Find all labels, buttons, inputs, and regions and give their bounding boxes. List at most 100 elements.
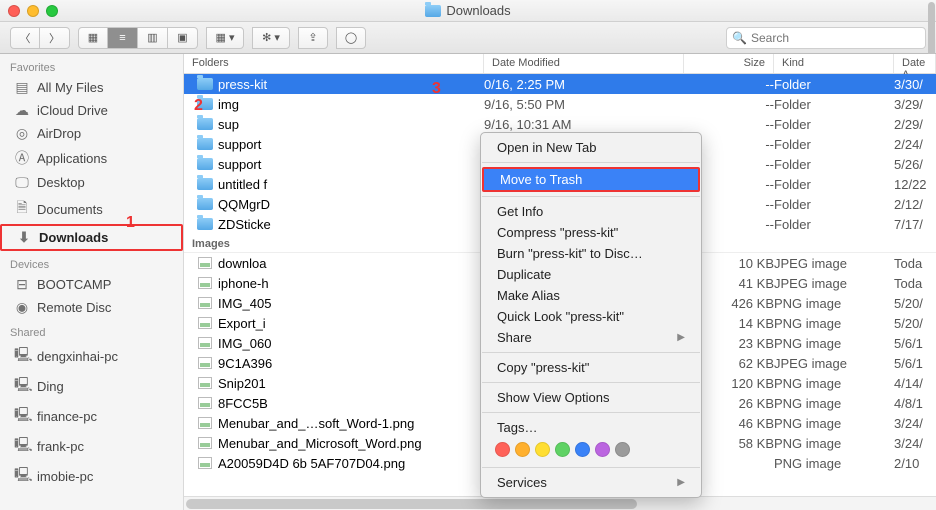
cell-name: Menubar_and_Microsoft_Word.png <box>218 436 484 451</box>
back-button[interactable]: 〈 <box>10 27 40 49</box>
col-size[interactable]: Size <box>684 54 774 73</box>
tag-color[interactable] <box>515 442 530 457</box>
menu-separator <box>482 382 700 383</box>
cell-kind: Folder <box>774 97 894 112</box>
sidebar-item-applications[interactable]: ⒶApplications <box>0 145 183 171</box>
menu-item-tags-[interactable]: Tags… <box>481 417 701 438</box>
folder-icon <box>192 118 218 130</box>
col-date-added[interactable]: Date A <box>894 54 936 73</box>
menu-item-services[interactable]: Services ▶ <box>481 472 701 493</box>
sidebar-item-ding[interactable]: 🖳Ding <box>0 371 183 401</box>
sidebar-item-all-my-files[interactable]: ▤All My Files <box>0 76 183 99</box>
sidebar-item-label: AirDrop <box>37 126 81 141</box>
all-files-icon: ▤ <box>14 79 30 96</box>
menu-item-get-info[interactable]: Get Info <box>481 201 701 222</box>
menu-item-make-alias[interactable]: Make Alias <box>481 285 701 306</box>
file-row[interactable]: sup9/16, 10:31 AM--Folder2/29/ <box>184 114 936 134</box>
tag-color[interactable] <box>595 442 610 457</box>
image-icon <box>192 337 218 349</box>
gallery-view-button[interactable]: ▣ <box>168 27 198 49</box>
cell-dateA: 2/12/ <box>894 197 928 212</box>
sidebar-section-devices: Devices <box>0 251 183 273</box>
cloud-icon: ☁ <box>14 102 30 119</box>
sidebar-item-documents[interactable]: 🗎Documents <box>0 194 183 224</box>
submenu-arrow-icon: ▶ <box>677 332 685 343</box>
menu-item-quick-look-press-kit-[interactable]: Quick Look "press-kit" <box>481 306 701 327</box>
col-kind[interactable]: Kind <box>774 54 894 73</box>
column-view-button[interactable]: ▥ <box>138 27 168 49</box>
menu-item-open-in-new-tab[interactable]: Open in New Tab <box>481 137 701 158</box>
file-row[interactable]: img9/16, 5:50 PM--Folder3/29/ <box>184 94 936 114</box>
cell-dateA: 5/20/ <box>894 296 928 311</box>
airdrop-icon: ◎ <box>14 125 30 142</box>
sidebar-item-bootcamp[interactable]: ⊟BOOTCAMP <box>0 273 183 296</box>
sidebar-item-label: finance-pc <box>37 409 97 424</box>
file-row[interactable]: press-kit0/16, 2:25 PM--Folder3/30/ <box>184 74 936 94</box>
downloads-icon: ⬇ <box>16 229 32 246</box>
titlebar: Downloads <box>0 0 936 22</box>
menu-item-share[interactable]: Share▶ <box>481 327 701 348</box>
cell-kind: Folder <box>774 137 894 152</box>
cell-name: downloa <box>218 256 484 271</box>
toolbar: 〈 〉 ▦ ≡ ▥ ▣ ▦ ▾ ✻ ▾ ⇪ ◯ 🔍 <box>0 22 936 54</box>
cell-kind: Folder <box>774 117 894 132</box>
sidebar-item-finance-pc[interactable]: 🖳finance-pc <box>0 401 183 431</box>
sidebar-item-label: imobie-pc <box>37 469 93 484</box>
image-icon <box>192 317 218 329</box>
menu-item-burn-press-kit-to-disc-[interactable]: Burn "press-kit" to Disc… <box>481 243 701 264</box>
menu-item-compress-press-kit-[interactable]: Compress "press-kit" <box>481 222 701 243</box>
sidebar-item-downloads[interactable]: ⬇Downloads <box>0 224 183 251</box>
arrange-button[interactable]: ▦ ▾ <box>206 27 244 49</box>
sidebar-item-remote-disc[interactable]: ◉Remote Disc <box>0 296 183 319</box>
disc-icon: ◉ <box>14 299 30 316</box>
cell-dateA: 4/14/ <box>894 376 928 391</box>
menu-item-label: Make Alias <box>497 288 560 303</box>
folder-icon <box>192 158 218 170</box>
menu-item-duplicate[interactable]: Duplicate <box>481 264 701 285</box>
action-button[interactable]: ✻ ▾ <box>252 27 290 49</box>
tag-color[interactable] <box>535 442 550 457</box>
list-view-button[interactable]: ≡ <box>108 27 138 49</box>
cell-kind: PNG image <box>774 296 894 311</box>
menu-separator <box>482 412 700 413</box>
scrollbar-thumb[interactable] <box>186 499 637 509</box>
column-headers: Folders Date Modified Size Kind Date A <box>184 54 936 74</box>
sidebar-item-desktop[interactable]: 🖵Desktop <box>0 171 183 194</box>
cell-dateA: 3/24/ <box>894 436 928 451</box>
tag-color[interactable] <box>495 442 510 457</box>
menu-item-label: Burn "press-kit" to Disc… <box>497 246 643 261</box>
cell-kind: JPEG image <box>774 356 894 371</box>
menu-item-show-view-options[interactable]: Show View Options <box>481 387 701 408</box>
cell-name: Export_i <box>218 316 484 331</box>
menu-item-label: Show View Options <box>497 390 610 405</box>
sidebar: Favorites▤All My Files☁iCloud Drive◎AirD… <box>0 54 184 510</box>
sidebar-item-icloud-drive[interactable]: ☁iCloud Drive <box>0 99 183 122</box>
cell-kind: JPEG image <box>774 256 894 271</box>
search-input[interactable] <box>726 27 926 49</box>
menu-item-label: Services <box>497 475 547 490</box>
share-button[interactable]: ⇪ <box>298 27 328 49</box>
image-icon <box>192 457 218 469</box>
sidebar-item-imobie-pc[interactable]: 🖳 imobie-pc <box>0 461 183 491</box>
menu-item-copy-press-kit-[interactable]: Copy "press-kit" <box>481 357 701 378</box>
callout-3: 3 <box>432 80 441 98</box>
search-field[interactable]: 🔍 <box>726 27 926 49</box>
submenu-arrow-icon: ▶ <box>677 477 685 488</box>
horizontal-scrollbar[interactable] <box>184 496 936 510</box>
menu-item-move-to-trash[interactable]: Move to Trash <box>482 167 700 192</box>
forward-button[interactable]: 〉 <box>40 27 70 49</box>
tag-color[interactable] <box>615 442 630 457</box>
tag-color[interactable] <box>575 442 590 457</box>
sidebar-item-frank-pc[interactable]: 🖳frank-pc <box>0 431 183 461</box>
sidebar-item-label: Applications <box>37 151 107 166</box>
tag-color[interactable] <box>555 442 570 457</box>
search-icon: 🔍 <box>732 31 747 45</box>
col-name[interactable]: Folders <box>184 54 484 73</box>
cell-dateA: 7/17/ <box>894 217 928 232</box>
tags-button[interactable]: ◯ <box>336 27 366 49</box>
col-date[interactable]: Date Modified <box>484 54 684 73</box>
sidebar-item-airdrop[interactable]: ◎ AirDrop <box>0 122 183 145</box>
icon-view-button[interactable]: ▦ <box>78 27 108 49</box>
pc-icon: 🖳 <box>14 464 30 488</box>
sidebar-item-dengxinhai-pc[interactable]: 🖳dengxinhai-pc <box>0 341 183 371</box>
